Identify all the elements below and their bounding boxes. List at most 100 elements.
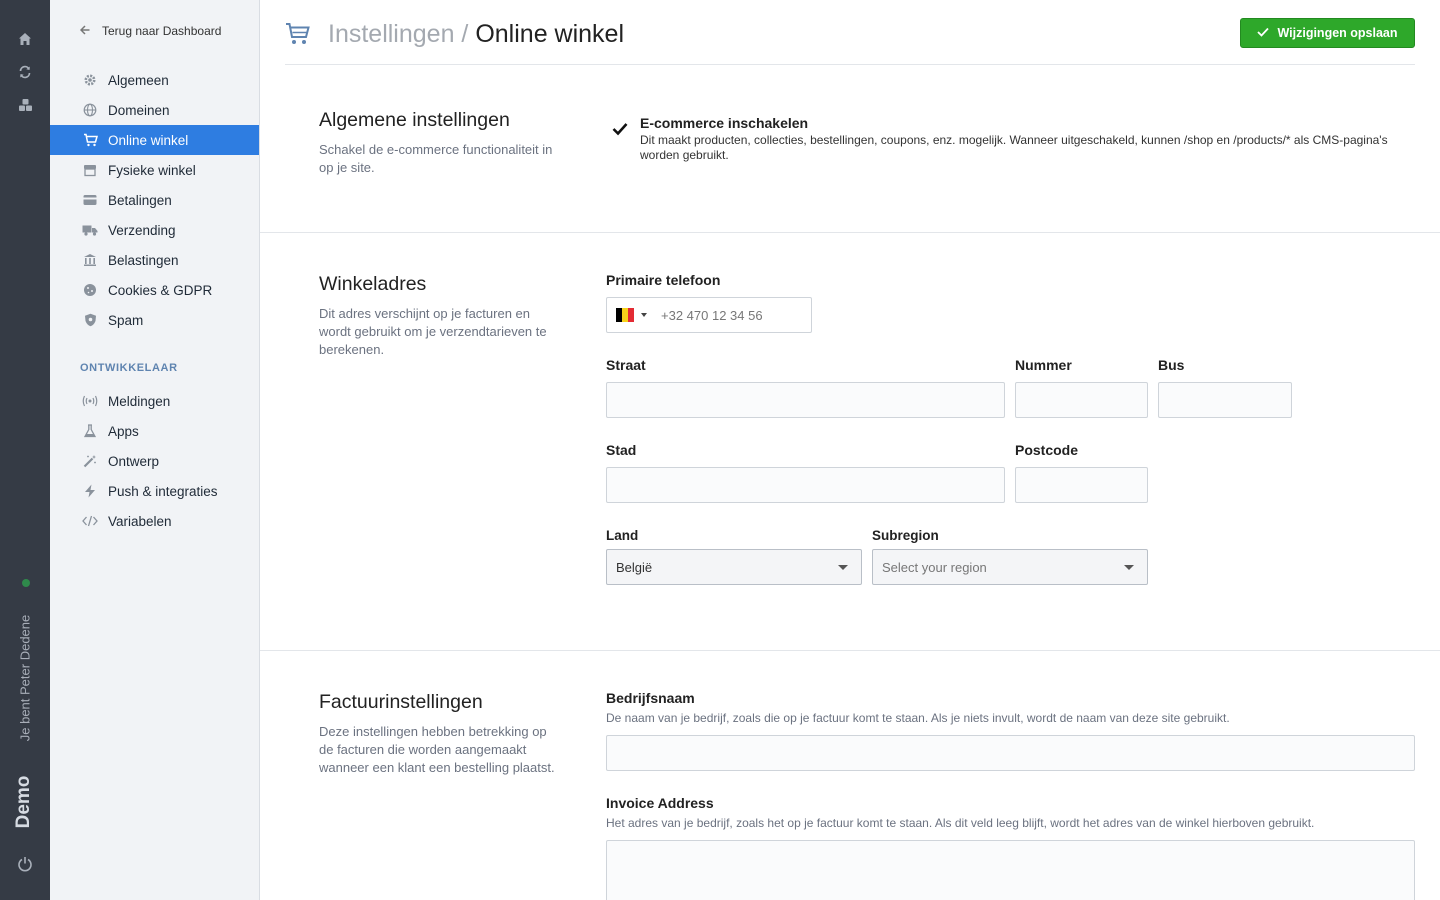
check-icon [1257, 26, 1270, 40]
country-flag-picker[interactable] [616, 308, 634, 322]
sidebar-item-label: Fysieke winkel [108, 162, 196, 178]
phone-field: +32 470 12 34 56 [606, 297, 812, 333]
online-status-dot [22, 579, 30, 587]
sidebar-item-label: Belastingen [108, 252, 179, 268]
sidebar-item-label: Cookies & GDPR [108, 282, 213, 298]
cart-icon [285, 22, 311, 51]
code-icon [82, 513, 98, 529]
subregion-select[interactable]: Select your region [872, 549, 1148, 585]
home-icon[interactable] [15, 29, 35, 49]
sidebar-item-apps[interactable]: Apps [50, 416, 259, 446]
sidebar-item-spam[interactable]: Spam [50, 305, 259, 335]
general-settings-section: Algemene instellingen Schakel de e-comme… [260, 65, 1440, 233]
section-title: Algemene instellingen [319, 109, 510, 131]
bus-label: Bus [1158, 357, 1185, 373]
magic-wand-icon [82, 453, 98, 469]
section-description: Deze instellingen hebben betrekking op d… [319, 724, 555, 775]
developer-nav: Meldingen Apps Ontwerp Push & integratie… [50, 386, 259, 536]
sidebar-item-domeinen[interactable]: Domeinen [50, 95, 259, 125]
back-label: Terug naar Dashboard [102, 24, 222, 38]
phone-label: Primaire telefoon [606, 272, 721, 288]
invoice-address-label: Invoice Address [606, 795, 714, 811]
sidebar-item-ontwerp[interactable]: Ontwerp [50, 446, 259, 476]
subregion-placeholder: Select your region [882, 559, 987, 575]
sidebar-item-label: Online winkel [108, 132, 189, 148]
street-label: Straat [606, 357, 646, 373]
ecommerce-toggle-description: Dit maakt producten, collecties, bestell… [640, 133, 1388, 162]
ecommerce-checkbox[interactable] [612, 122, 628, 141]
section-description: Dit adres verschijnt op je facturen en w… [319, 306, 547, 357]
sidebar-item-label: Apps [108, 423, 139, 439]
shield-icon [82, 312, 98, 328]
sidebar-item-label: Betalingen [108, 192, 172, 208]
ecommerce-toggle-label[interactable]: E-commerce inschakelen [640, 115, 808, 131]
cubes-icon[interactable] [15, 95, 35, 115]
sidebar-item-label: Meldingen [108, 393, 171, 409]
country-label: Land [606, 528, 639, 543]
sidebar-item-online-winkel[interactable]: Online winkel [50, 125, 259, 155]
globe-icon [82, 102, 98, 118]
sidebar-item-label: Push & integraties [108, 483, 218, 499]
chevron-down-icon [1124, 565, 1134, 570]
save-changes-button[interactable]: Wijzigingen opslaan [1240, 18, 1415, 48]
invoice-settings-section: Factuurinstellingen Deze instellingen he… [260, 651, 1440, 900]
city-label: Stad [606, 442, 637, 458]
chevron-down-icon [838, 565, 848, 570]
sidebar-item-label: Variabelen [108, 513, 172, 529]
postcode-label: Postcode [1015, 442, 1079, 458]
sidebar-item-meldingen[interactable]: Meldingen [50, 386, 259, 416]
developer-section-label: ONTWIKKELAAR [80, 362, 178, 374]
sidebar-item-verzending[interactable]: Verzending [50, 215, 259, 245]
store-icon [82, 162, 98, 178]
number-label: Nummer [1015, 357, 1072, 373]
street-input[interactable] [606, 382, 1005, 418]
chevron-down-icon[interactable] [641, 313, 647, 317]
app-rail: Je bent Peter Dedene Demo [0, 0, 50, 900]
save-label: Wijzigingen opslaan [1277, 26, 1398, 40]
subregion-label: Subregion [872, 528, 939, 543]
arrow-left-icon [79, 24, 90, 38]
page-title: Instellingen / Online winkel [328, 20, 624, 49]
sidebar-item-label: Ontwerp [108, 453, 160, 469]
sidebar-item-label: Algemeen [108, 72, 169, 88]
page-header: Instellingen / Online winkel Wijzigingen… [285, 0, 1415, 65]
sidebar-item-label: Verzending [108, 222, 176, 238]
sidebar-item-betalingen[interactable]: Betalingen [50, 185, 259, 215]
sidebar-item-label: Domeinen [108, 102, 170, 118]
sidebar-item-variabelen[interactable]: Variabelen [50, 506, 259, 536]
sidebar-item-cookies-gdpr[interactable]: Cookies & GDPR [50, 275, 259, 305]
sidebar-item-belastingen[interactable]: Belastingen [50, 245, 259, 275]
sidebar-item-push-integraties[interactable]: Push & integraties [50, 476, 259, 506]
breadcrumb-current: Online winkel [475, 20, 625, 48]
bank-icon [82, 252, 98, 268]
invoice-address-hint: Het adres van je bedrijf, zoals het op j… [606, 816, 1315, 830]
gear-icon [82, 72, 98, 88]
country-select[interactable]: België [606, 549, 862, 585]
settings-sidebar: Terug naar Dashboard Algemeen Domeinen O… [50, 0, 260, 900]
current-user-label: Je bent Peter Dedene [17, 614, 33, 742]
flask-icon [82, 423, 98, 439]
back-to-dashboard-link[interactable]: Terug naar Dashboard [79, 24, 222, 38]
credit-card-icon [82, 192, 98, 208]
bus-input[interactable] [1158, 382, 1292, 418]
settings-nav: Algemeen Domeinen Online winkel Fysieke … [50, 65, 259, 335]
company-name-hint: De naam van je bedrijf, zoals die op je … [606, 711, 1230, 725]
site-name[interactable]: Demo [13, 776, 35, 829]
sidebar-item-algemeen[interactable]: Algemeen [50, 65, 259, 95]
city-input[interactable] [606, 467, 1005, 503]
company-name-input[interactable] [606, 735, 1415, 771]
bolt-icon [82, 483, 98, 499]
sidebar-item-label: Spam [108, 312, 144, 328]
postcode-input[interactable] [1015, 467, 1148, 503]
cart-icon [82, 132, 98, 148]
breadcrumb-parent[interactable]: Instellingen / [328, 20, 468, 48]
power-icon[interactable] [15, 854, 35, 874]
sidebar-item-fysieke-winkel[interactable]: Fysieke winkel [50, 155, 259, 185]
truck-icon [82, 222, 98, 238]
number-input[interactable] [1015, 382, 1148, 418]
section-title: Winkeladres [319, 273, 427, 295]
invoice-address-textarea[interactable] [606, 840, 1415, 900]
company-name-label: Bedrijfsnaam [606, 690, 695, 706]
refresh-icon[interactable] [15, 62, 35, 82]
phone-input[interactable]: +32 470 12 34 56 [661, 308, 763, 323]
